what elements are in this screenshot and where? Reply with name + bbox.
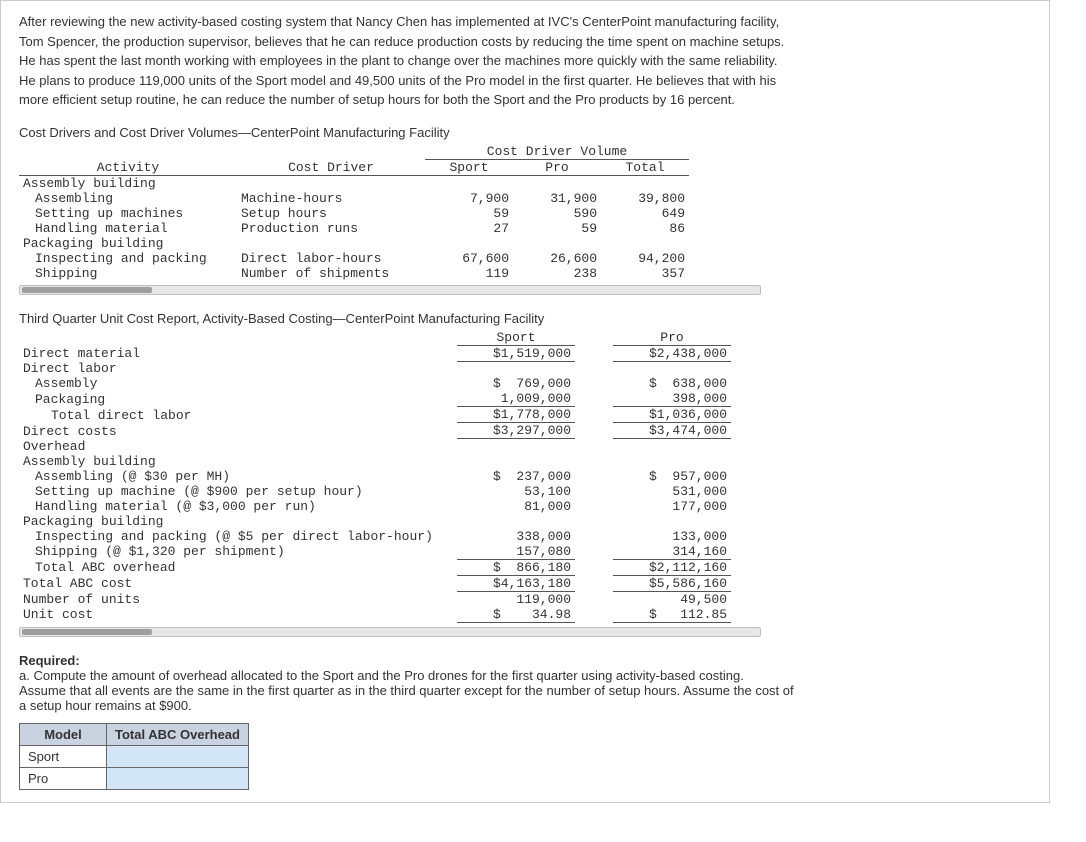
table-row: Handling material Production runs 27 59 … (19, 221, 689, 236)
horizontal-scrollbar[interactable] (19, 627, 761, 637)
cost-drivers-table: Cost Driver Volume Activity Cost Driver … (19, 144, 689, 281)
answer-table: Model Total ABC Overhead Sport Pro (19, 723, 249, 790)
col-pro: Pro (513, 159, 601, 175)
table-row: Assembling Machine-hours 7,900 31,900 39… (19, 191, 689, 206)
pro-overhead-input[interactable] (107, 767, 249, 789)
intro-line: more efficient setup routine, he can red… (19, 91, 1031, 109)
row-sport: Sport (20, 745, 107, 767)
col-sport: Sport (425, 159, 513, 175)
intro-line: He plans to produce 119,000 units of the… (19, 72, 1031, 90)
group-label: Assembly building (19, 175, 237, 191)
col-total: Total (601, 159, 689, 175)
col-driver: Cost Driver (237, 159, 425, 175)
table-row: Setting up machines Setup hours 59 590 6… (19, 206, 689, 221)
required-text: a. Compute the amount of overhead alloca… (19, 668, 1031, 713)
super-header: Cost Driver Volume (425, 144, 689, 160)
required-heading: Required: (19, 653, 1031, 668)
intro-line: After reviewing the new activity-based c… (19, 13, 1031, 31)
section-title-cost-drivers: Cost Drivers and Cost Driver Volumes—Cen… (19, 125, 1031, 140)
section-title-unit-cost: Third Quarter Unit Cost Report, Activity… (19, 311, 1031, 326)
col-pro: Pro (613, 330, 731, 346)
group-label: Packaging building (19, 236, 237, 251)
col-activity: Activity (19, 159, 237, 175)
intro-text: After reviewing the new activity-based c… (19, 13, 1031, 109)
unit-cost-table: Sport Pro Direct material$1,519,000$2,43… (19, 330, 731, 623)
horizontal-scrollbar[interactable] (19, 285, 761, 295)
table-row: Shipping Number of shipments 119 238 357 (19, 266, 689, 281)
table-row: Inspecting and packing Direct labor-hour… (19, 251, 689, 266)
row-pro: Pro (20, 767, 107, 789)
col-overhead: Total ABC Overhead (107, 723, 249, 745)
intro-line: Tom Spencer, the production supervisor, … (19, 33, 1031, 51)
col-model: Model (20, 723, 107, 745)
col-sport: Sport (457, 330, 575, 346)
intro-line: He has spent the last month working with… (19, 52, 1031, 70)
sport-overhead-input[interactable] (107, 745, 249, 767)
